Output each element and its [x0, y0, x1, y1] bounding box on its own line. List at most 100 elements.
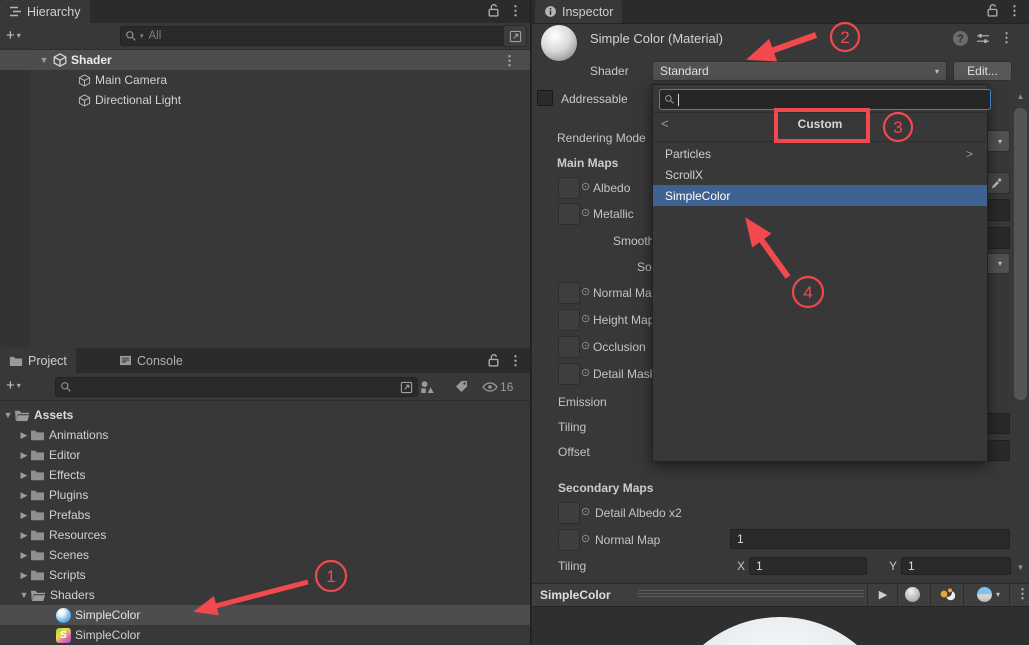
project-search[interactable]	[55, 377, 418, 397]
divider	[867, 583, 868, 607]
expander-icon[interactable]: ▼	[2, 410, 14, 420]
texture-slot[interactable]	[558, 529, 580, 551]
target-icon[interactable]: ⊙	[581, 314, 590, 325]
tab-inspector[interactable]: Inspector	[535, 0, 622, 23]
lock-icon[interactable]	[487, 3, 500, 17]
create-menu-button[interactable]: + ▾	[6, 27, 21, 44]
shader-field-label: Shader	[590, 64, 629, 78]
more-icon[interactable]: ⋮	[509, 4, 522, 17]
texture-slot[interactable]	[558, 363, 580, 385]
preview-lighting-icon[interactable]	[938, 586, 955, 603]
expander-icon[interactable]: ▶	[18, 530, 30, 541]
folder-icon	[30, 489, 45, 501]
texture-slot[interactable]	[558, 502, 580, 524]
shader-popup-search-input[interactable]	[682, 93, 986, 107]
target-icon[interactable]: ⊙	[581, 534, 590, 545]
property-label: Offset	[558, 445, 590, 459]
tree-row-scenes[interactable]: ▶ Scenes	[0, 545, 530, 565]
tree-row-resources[interactable]: ▶ Resources	[0, 525, 530, 545]
search-icon	[125, 30, 137, 42]
section-label: Main Maps	[557, 156, 618, 170]
search-by-label-icon[interactable]	[455, 380, 468, 393]
target-icon[interactable]: ⊙	[581, 507, 590, 518]
scene-row-shader[interactable]: ▼ Shader ⋮	[0, 50, 530, 70]
menu-item-simplecolor[interactable]: SimpleColor	[653, 185, 987, 206]
material-more-icon[interactable]: ⋮	[1000, 31, 1013, 44]
scroll-down-icon[interactable]: ▼	[1014, 563, 1027, 572]
chevron-down-icon[interactable]: ▾	[996, 590, 1000, 599]
asset-row-simplecolor-shader[interactable]: S SimpleColor	[0, 625, 530, 645]
gameobject-row-directional-light[interactable]: Directional Light	[0, 90, 530, 110]
tiling-y-field[interactable]: 1	[901, 557, 1011, 575]
hierarchy-search-input[interactable]	[147, 29, 503, 43]
tab-console[interactable]: Console	[110, 348, 192, 373]
search-by-type-icon[interactable]	[420, 380, 435, 394]
texture-slot[interactable]	[558, 282, 580, 304]
gameobject-row-main-camera[interactable]: Main Camera	[0, 70, 530, 90]
preview-environment-icon[interactable]	[977, 587, 992, 602]
project-search-input[interactable]	[75, 380, 397, 394]
expander-icon[interactable]: ▶	[18, 490, 30, 501]
tab-hierarchy[interactable]: Hierarchy	[0, 0, 90, 23]
create-asset-button[interactable]: + ▾	[6, 377, 21, 394]
expander-icon[interactable]: ▶	[18, 450, 30, 461]
tiling-x-field[interactable]: 1	[749, 557, 867, 575]
more-icon[interactable]: ⋮	[509, 354, 522, 367]
expander-icon[interactable]: ▼	[18, 590, 30, 600]
expander-icon[interactable]: ▶	[18, 550, 30, 561]
inspector-tabbar: Inspector ⋮	[532, 0, 1029, 24]
play-icon[interactable]: ▶	[872, 586, 894, 602]
more-icon[interactable]: ⋮	[1008, 4, 1021, 17]
shader-popup-search[interactable]	[659, 89, 991, 110]
search-caret-icon: ▾	[140, 32, 144, 40]
tree-row-animations[interactable]: ▶ Animations	[0, 425, 530, 445]
target-icon[interactable]: ⊙	[581, 368, 590, 379]
focus-window-button[interactable]	[503, 25, 527, 47]
expander-icon[interactable]: ▶	[18, 470, 30, 481]
texture-slot[interactable]	[558, 203, 580, 225]
normal-map-scale-field[interactable]: 1	[730, 529, 1010, 549]
tree-row-plugins[interactable]: ▶ Plugins	[0, 485, 530, 505]
texture-slot[interactable]	[558, 336, 580, 358]
addressable-checkbox[interactable]	[537, 90, 553, 106]
folder-icon	[30, 449, 45, 461]
edit-shader-button[interactable]: Edit...	[953, 61, 1012, 81]
shader-dropdown[interactable]: Standard ▾	[652, 61, 947, 81]
tree-row-scripts[interactable]: ▶ Scripts	[0, 565, 530, 585]
hierarchy-panel: Hierarchy ⋮ + ▾ ▾ ▼ Shade	[0, 0, 531, 348]
texture-slot[interactable]	[558, 177, 580, 199]
expander-icon[interactable]: ▶	[18, 510, 30, 521]
preview-drag-handle[interactable]	[638, 590, 864, 598]
preview-sphere-icon[interactable]	[905, 587, 920, 602]
target-icon[interactable]: ⊙	[581, 182, 590, 193]
texture-slot[interactable]	[558, 309, 580, 331]
scene-more-icon[interactable]: ⋮	[503, 54, 516, 67]
target-icon[interactable]: ⊙	[581, 208, 590, 219]
target-icon[interactable]: ⊙	[581, 341, 590, 352]
scrollbar-thumb[interactable]	[1014, 108, 1027, 400]
help-icon[interactable]: ?	[953, 31, 968, 46]
tree-label: Editor	[49, 448, 80, 462]
hierarchy-search[interactable]: ▾	[120, 26, 508, 46]
asset-row-simplecolor-material[interactable]: SimpleColor	[0, 605, 530, 625]
tree-row-assets[interactable]: ▼ Assets	[0, 405, 530, 425]
expander-icon[interactable]: ▶	[18, 430, 30, 441]
expander-icon[interactable]: ▼	[38, 55, 50, 65]
tree-row-effects[interactable]: ▶ Effects	[0, 465, 530, 485]
tree-row-editor[interactable]: ▶ Editor	[0, 445, 530, 465]
lock-icon[interactable]	[986, 3, 999, 17]
maximize-icon[interactable]	[400, 381, 413, 394]
presets-icon[interactable]	[976, 32, 990, 45]
tree-row-shaders[interactable]: ▼ Shaders	[0, 585, 530, 605]
scroll-up-icon[interactable]: ▲	[1014, 92, 1027, 101]
menu-item-particles[interactable]: Particles >	[653, 143, 987, 164]
edit-button-label: Edit...	[967, 64, 998, 78]
preview-more-icon[interactable]: ⋮	[1016, 587, 1029, 600]
lock-icon[interactable]	[487, 353, 500, 367]
visibility-eye-icon[interactable]	[482, 382, 498, 392]
target-icon[interactable]: ⊙	[581, 287, 590, 298]
tab-project[interactable]: Project	[0, 348, 76, 373]
tree-row-prefabs[interactable]: ▶ Prefabs	[0, 505, 530, 525]
menu-item-scrollx[interactable]: ScrollX	[653, 164, 987, 185]
expander-icon[interactable]: ▶	[18, 570, 30, 581]
